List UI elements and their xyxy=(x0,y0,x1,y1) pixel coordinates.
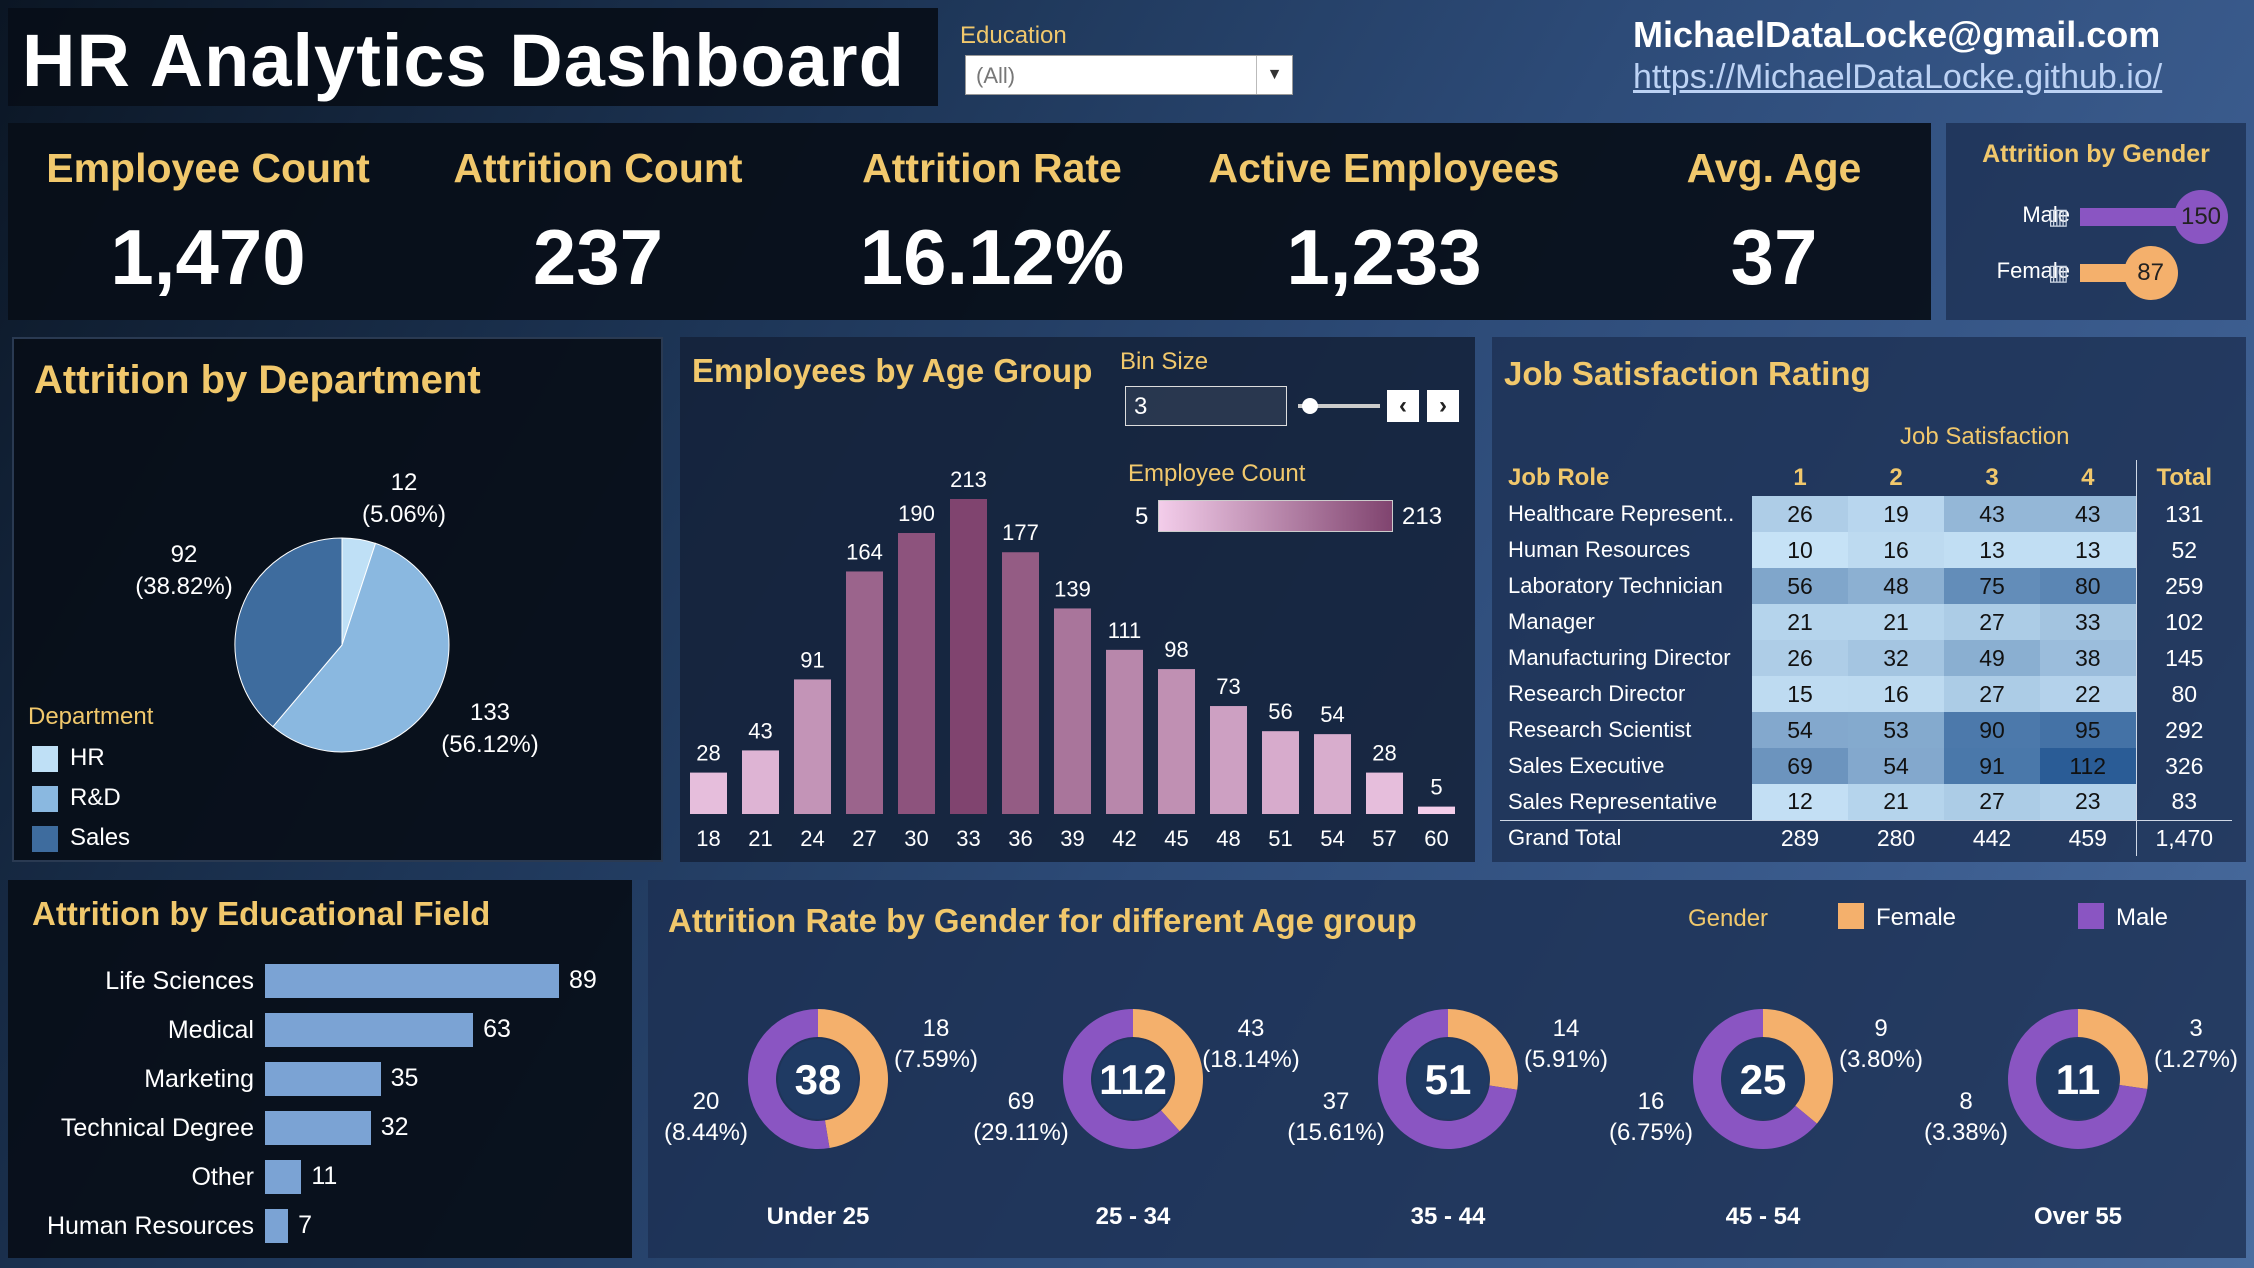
age-group-label: 35 - 44 xyxy=(1411,1203,1486,1230)
donut-total: 112 xyxy=(1099,1056,1167,1103)
gender-age-donut-charts: 3818(7.59%)20(8.44%)Under 2511243(18.14%… xyxy=(664,1009,2238,1230)
male-value-label: 69 xyxy=(1008,1088,1035,1115)
male-pct-label: (15.61%) xyxy=(1287,1119,1384,1146)
male-pct-label: (6.75%) xyxy=(1609,1119,1693,1146)
female-value-label: 18 xyxy=(923,1015,950,1042)
female-value-label: 14 xyxy=(1553,1015,1580,1042)
female-pct-label: (1.27%) xyxy=(2154,1046,2238,1073)
donut-total: 11 xyxy=(2056,1056,2100,1103)
female-value-label: 43 xyxy=(1238,1015,1265,1042)
age-group-label: 45 - 54 xyxy=(1726,1203,1801,1230)
age-group-label: 25 - 34 xyxy=(1096,1203,1171,1230)
donut-total: 51 xyxy=(1425,1056,1472,1103)
donut-total: 38 xyxy=(795,1056,842,1103)
donut-total: 25 xyxy=(1740,1056,1787,1103)
male-pct-label: (3.38%) xyxy=(1924,1119,2008,1146)
male-value-label: 37 xyxy=(1323,1088,1350,1115)
female-pct-label: (5.91%) xyxy=(1524,1046,1608,1073)
female-pct-label: (7.59%) xyxy=(894,1046,978,1073)
female-value-label: 9 xyxy=(1874,1015,1887,1042)
male-value-label: 20 xyxy=(693,1088,720,1115)
male-pct-label: (29.11%) xyxy=(973,1119,1069,1146)
age-group-label: Under 25 xyxy=(767,1203,870,1230)
female-pct-label: (3.80%) xyxy=(1839,1046,1923,1073)
female-pct-label: (18.14%) xyxy=(1202,1046,1299,1073)
age-group-label: Over 55 xyxy=(2034,1203,2122,1230)
female-value-label: 3 xyxy=(2189,1015,2202,1042)
male-pct-label: (8.44%) xyxy=(664,1119,748,1146)
male-value-label: 16 xyxy=(1638,1088,1665,1115)
male-value-label: 8 xyxy=(1959,1088,1972,1115)
